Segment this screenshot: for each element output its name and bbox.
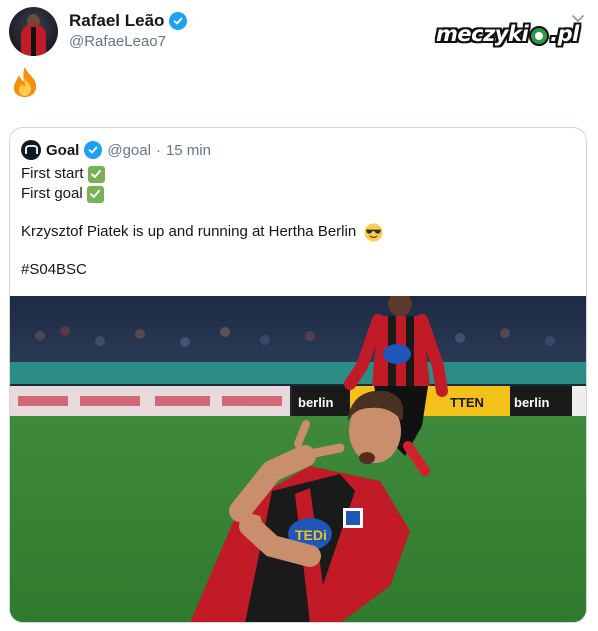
quoted-tweet-photo[interactable]: berlin TTEN berlin TEDi: [10, 296, 586, 622]
check-mark-icon: [87, 165, 105, 183]
quoted-hashtag-line: #S04BSC: [21, 260, 383, 280]
quoted-author-avatar[interactable]: [21, 140, 41, 160]
verified-badge-icon: [169, 12, 188, 30]
board-text: berlin: [298, 395, 333, 410]
board-text: berlin: [514, 395, 549, 410]
quoted-tweet-card[interactable]: Goal @goal · 15 min First start First go…: [9, 127, 587, 623]
shirt-sponsor: TEDi: [295, 527, 327, 543]
meta-separator: ·: [155, 141, 161, 159]
author-handle[interactable]: @RafaeLeao7: [69, 33, 166, 50]
sunglasses-emoji-icon: [364, 222, 383, 242]
line-text: First start: [21, 165, 84, 182]
brand-watermark-logo: meczyki .pl: [436, 22, 579, 46]
hashtag-link[interactable]: #S04BSC: [21, 260, 87, 280]
fire-emoji-icon: [13, 67, 37, 97]
author-avatar[interactable]: [9, 7, 58, 56]
tweet-screenshot: Rafael Leão @RafaeLeao7 meczyki .pl Goal …: [0, 0, 598, 631]
check-mark-icon: [86, 185, 104, 203]
sentence-text: Krzysztof Piatek is up and running at He…: [21, 223, 357, 240]
quoted-verified-badge-icon: [84, 141, 103, 159]
match-photo-illustration: berlin TTEN berlin TEDi: [10, 296, 586, 622]
author-name[interactable]: Rafael Leão: [69, 11, 164, 31]
quoted-author-handle[interactable]: @goal: [107, 142, 151, 159]
quoted-timestamp[interactable]: 15 min: [166, 142, 211, 159]
quoted-tweet-body: First start First goal Krzysztof Piatek …: [21, 164, 383, 280]
line-text: First goal: [21, 185, 83, 202]
quoted-sentence: Krzysztof Piatek is up and running at He…: [21, 222, 383, 242]
quoted-line-first-goal: First goal: [21, 184, 383, 204]
quoted-tweet-header: Goal @goal · 15 min: [21, 140, 211, 160]
board-text: TTEN: [450, 395, 484, 410]
author-name-row[interactable]: Rafael Leão: [69, 11, 188, 31]
quoted-line-first-start: First start: [21, 164, 383, 184]
quoted-author-name[interactable]: Goal: [46, 142, 79, 159]
